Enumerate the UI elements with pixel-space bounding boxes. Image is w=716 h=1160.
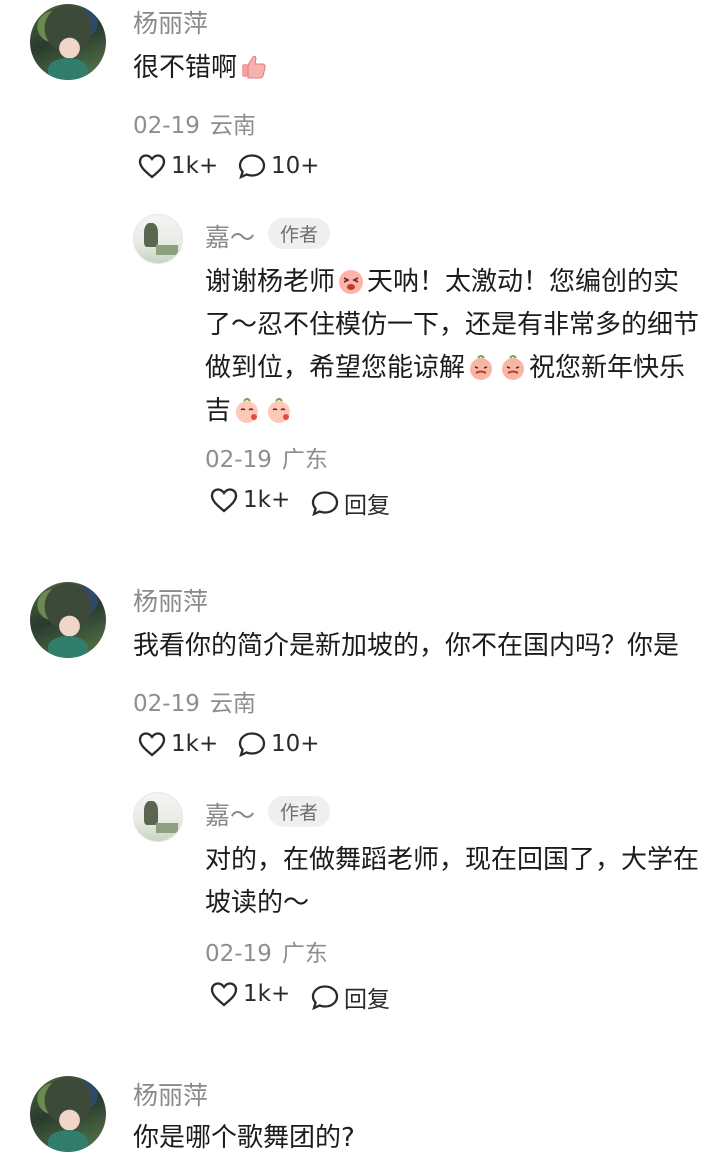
comment-text: 你是哪个歌舞团的? xyxy=(133,1123,355,1153)
reply-count: 10+ xyxy=(271,731,320,757)
like-button[interactable]: 1k+ xyxy=(137,152,218,180)
reply-username[interactable]: 嘉～ xyxy=(205,796,255,832)
username[interactable]: 杨丽萍 xyxy=(133,1076,208,1112)
reply-button[interactable]: 回复 xyxy=(310,980,390,1014)
reply-region: 广东 xyxy=(281,447,328,473)
comment-bubble-icon xyxy=(311,491,339,517)
apologize-face-icon xyxy=(470,355,493,380)
comment-region: 云南 xyxy=(209,113,256,139)
reply-meta: 02-19 广东 xyxy=(205,440,328,474)
reply-username[interactable]: 嘉～ xyxy=(205,218,255,254)
comment-date: 02-19 xyxy=(133,113,200,139)
avatar[interactable] xyxy=(30,1076,106,1152)
comment-bubble-icon xyxy=(238,154,266,180)
comment-region: 云南 xyxy=(209,691,256,717)
reply-region: 广东 xyxy=(281,941,328,967)
reply-text-line-4: 吉 xyxy=(205,390,295,433)
excited-face-icon xyxy=(339,270,364,294)
avatar[interactable] xyxy=(30,582,106,658)
heart-icon xyxy=(138,732,166,757)
blush-face-icon xyxy=(268,398,291,423)
comment-text: 我看你的简介是新加坡的，你不在国内吗？你是 xyxy=(133,631,680,661)
reply-text-line-2: 坡读的～ xyxy=(205,888,310,918)
reply-text-line-3: 做到位，希望您能谅解 祝您新年快乐 xyxy=(205,353,686,383)
like-button[interactable]: 1k+ xyxy=(137,730,218,758)
reply-button[interactable]: 回复 xyxy=(310,486,390,520)
reply-label: 回复 xyxy=(344,987,390,1013)
reply-date: 02-19 xyxy=(205,941,272,967)
comment-date: 02-19 xyxy=(133,691,200,717)
like-count: 1k+ xyxy=(171,731,219,757)
heart-icon xyxy=(210,982,238,1007)
reply-like-count: 1k+ xyxy=(243,981,291,1007)
reply-text-line-1: 谢谢杨老师 天呐！太激动！您编创的实 xyxy=(205,267,680,297)
reply-count-button[interactable]: 10+ xyxy=(237,730,320,758)
reply-date: 02-19 xyxy=(205,447,272,473)
author-badge: 作者 xyxy=(268,796,331,827)
reply-meta: 02-19 广东 xyxy=(205,934,328,968)
avatar[interactable] xyxy=(30,4,106,80)
author-avatar[interactable] xyxy=(133,214,183,264)
blush-face-icon xyxy=(236,398,259,423)
comment-meta: 02-19 云南 xyxy=(133,106,256,140)
reply-like-button[interactable]: 1k+ xyxy=(209,486,290,514)
thumbs-up-icon xyxy=(242,55,266,79)
comment-meta: 02-19 云南 xyxy=(133,684,256,718)
reply-text-line-2: 了～忍不住模仿一下，还是有非常多的细节 xyxy=(205,310,700,340)
username[interactable]: 杨丽萍 xyxy=(133,4,208,40)
heart-icon xyxy=(138,154,166,179)
username[interactable]: 杨丽萍 xyxy=(133,582,208,618)
like-count: 1k+ xyxy=(171,153,219,179)
author-badge: 作者 xyxy=(268,218,331,249)
author-avatar[interactable] xyxy=(133,792,183,842)
heart-icon xyxy=(210,488,238,513)
reply-label: 回复 xyxy=(344,493,390,519)
reply-like-count: 1k+ xyxy=(243,487,291,513)
reply-text-line-1: 对的，在做舞蹈老师，现在回国了，大学在 xyxy=(205,845,700,875)
comment-text: 很不错啊 xyxy=(133,47,269,90)
reply-count-button[interactable]: 10+ xyxy=(237,152,320,180)
comment-bubble-icon xyxy=(311,985,339,1011)
apologize-face-icon xyxy=(502,355,525,380)
comment-bubble-icon xyxy=(238,732,266,758)
reply-count: 10+ xyxy=(271,153,320,179)
reply-like-button[interactable]: 1k+ xyxy=(209,980,290,1008)
